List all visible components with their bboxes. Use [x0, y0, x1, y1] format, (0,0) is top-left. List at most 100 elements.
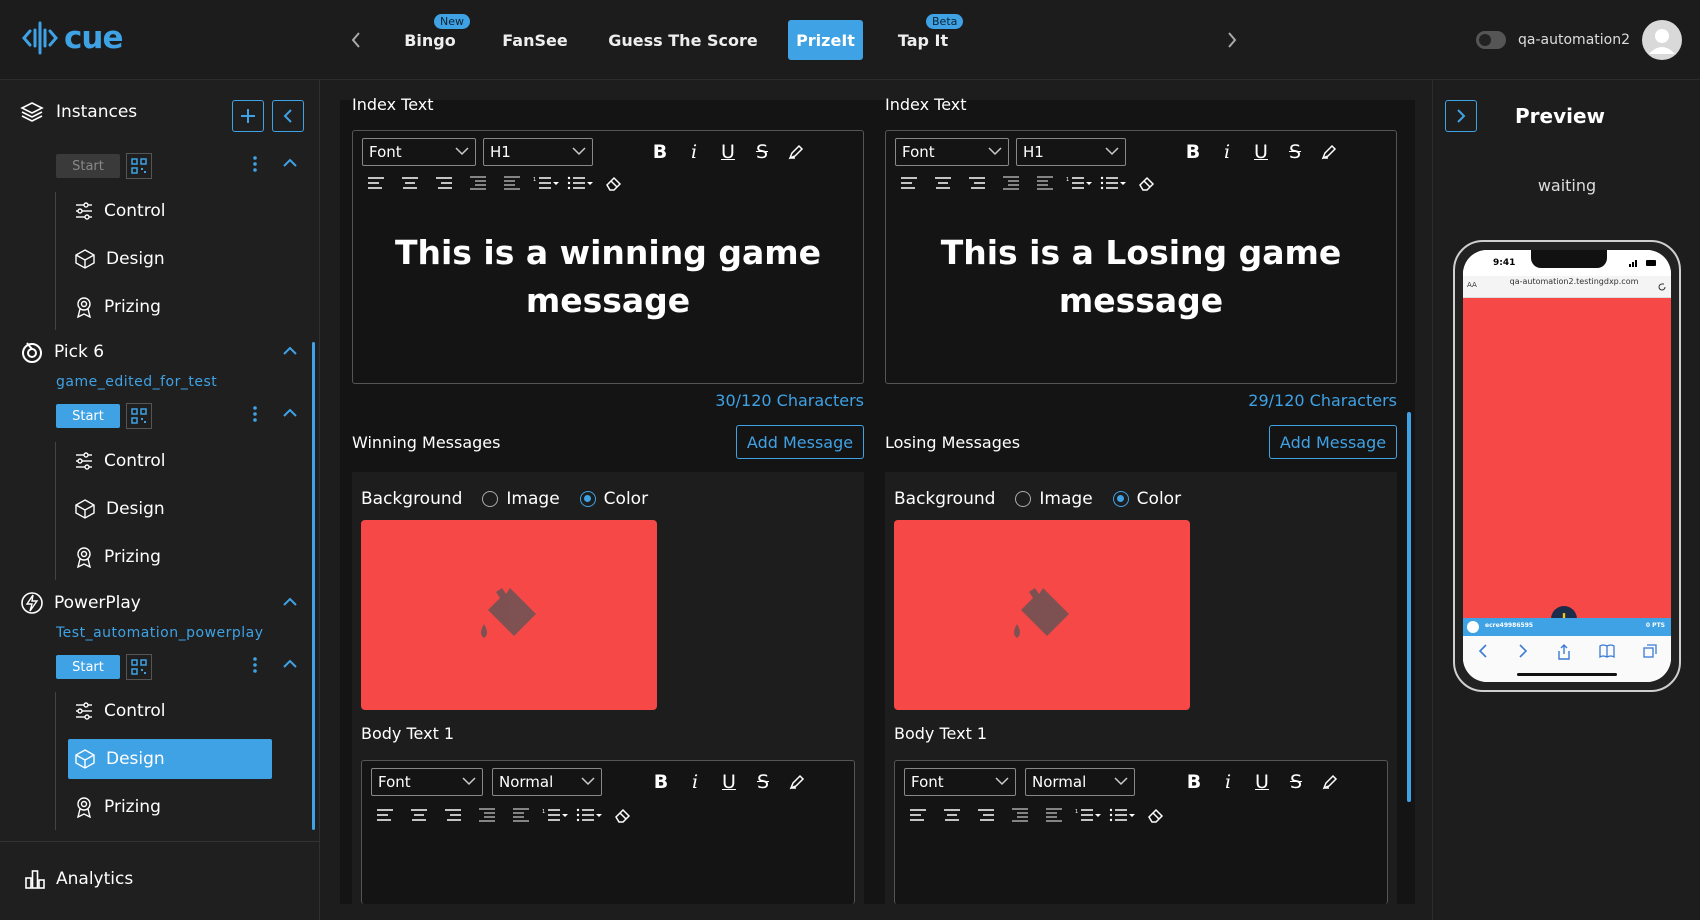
- font-select[interactable]: Font: [904, 768, 1016, 796]
- highlight-pen-icon[interactable]: [779, 140, 813, 164]
- add-message-button[interactable]: Add Message: [1269, 425, 1397, 459]
- italic-button[interactable]: i: [678, 770, 712, 794]
- bullet-list-icon[interactable]: [1096, 171, 1130, 195]
- numbered-list-icon[interactable]: 1: [1062, 171, 1096, 195]
- background-color-swatch[interactable]: [894, 520, 1190, 710]
- chevron-up-icon[interactable]: [282, 659, 298, 669]
- expand-preview-button[interactable]: [1445, 100, 1477, 132]
- game-header-powerplay[interactable]: PowerPlay: [20, 591, 141, 615]
- eraser-icon[interactable]: [1130, 171, 1164, 195]
- outdent-icon[interactable]: [461, 171, 495, 195]
- chevron-up-icon[interactable]: [282, 346, 298, 356]
- highlight-pen-icon[interactable]: [780, 770, 814, 794]
- image-radio[interactable]: [482, 491, 499, 507]
- underline-button[interactable]: U: [711, 140, 745, 164]
- indent-icon[interactable]: [504, 803, 538, 827]
- heading-select[interactable]: H1: [1016, 138, 1126, 166]
- font-select[interactable]: Font: [371, 768, 483, 796]
- background-color-swatch[interactable]: [361, 520, 657, 710]
- share-icon[interactable]: [1557, 644, 1571, 660]
- strikethrough-button[interactable]: S: [745, 140, 779, 164]
- bullet-list-icon[interactable]: [1105, 803, 1139, 827]
- indent-icon[interactable]: [495, 171, 529, 195]
- strikethrough-button[interactable]: S: [1279, 770, 1313, 794]
- tab-guess-the-score[interactable]: Guess The Score: [608, 20, 758, 60]
- add-message-button[interactable]: Add Message: [736, 425, 864, 459]
- tab-tap-it[interactable]: Tap It Beta: [896, 14, 964, 60]
- qr-code-button[interactable]: [126, 654, 152, 680]
- cue-logo[interactable]: cue: [22, 20, 123, 56]
- start-button[interactable]: Start: [56, 655, 120, 679]
- tab-bingo[interactable]: Bingo New: [400, 14, 470, 60]
- analytics-link[interactable]: Analytics: [24, 868, 133, 890]
- align-center-icon[interactable]: [926, 171, 960, 195]
- italic-button[interactable]: i: [677, 140, 711, 164]
- tabs-next-button[interactable]: [1218, 26, 1246, 54]
- italic-button[interactable]: i: [1211, 770, 1245, 794]
- numbered-list-icon[interactable]: 1: [1071, 803, 1105, 827]
- bold-button[interactable]: B: [1176, 140, 1210, 164]
- align-left-icon[interactable]: [901, 803, 935, 827]
- back-icon[interactable]: [1477, 644, 1489, 658]
- align-center-icon[interactable]: [393, 171, 427, 195]
- instance-name[interactable]: game_edited_for_test: [56, 374, 217, 390]
- bullet-list-icon[interactable]: [572, 803, 606, 827]
- qr-code-button[interactable]: [126, 153, 152, 179]
- more-options-icon[interactable]: [252, 405, 258, 423]
- theme-toggle[interactable]: [1476, 31, 1507, 49]
- sidebar-item-control[interactable]: Control: [68, 441, 272, 481]
- tabs-prev-button[interactable]: [342, 26, 370, 54]
- indent-icon[interactable]: [1037, 803, 1071, 827]
- body-text-editor[interactable]: Font Normal B i U S 1: [894, 760, 1388, 904]
- align-left-icon[interactable]: [368, 803, 402, 827]
- bullet-list-icon[interactable]: [563, 171, 597, 195]
- color-radio[interactable]: [1112, 491, 1129, 507]
- game-header-pick6[interactable]: Pick 6: [20, 340, 104, 364]
- sidebar-scrollbar[interactable]: [312, 342, 315, 830]
- heading-select[interactable]: H1: [483, 138, 593, 166]
- highlight-pen-icon[interactable]: [1313, 770, 1347, 794]
- bold-button[interactable]: B: [643, 140, 677, 164]
- body-text-editor[interactable]: Font Normal B i U S 1: [361, 760, 855, 904]
- eraser-icon[interactable]: [1139, 803, 1173, 827]
- color-radio[interactable]: [579, 491, 596, 507]
- italic-button[interactable]: i: [1210, 140, 1244, 164]
- numbered-list-icon[interactable]: 1: [538, 803, 572, 827]
- strikethrough-button[interactable]: S: [746, 770, 780, 794]
- forward-icon[interactable]: [1517, 644, 1529, 658]
- align-right-icon[interactable]: [436, 803, 470, 827]
- align-right-icon[interactable]: [969, 803, 1003, 827]
- align-right-icon[interactable]: [427, 171, 461, 195]
- align-left-icon[interactable]: [359, 171, 393, 195]
- collapse-sidebar-button[interactable]: [272, 100, 304, 132]
- instance-name[interactable]: Test_automation_powerplay: [56, 625, 264, 641]
- numbered-list-icon[interactable]: 1: [529, 171, 563, 195]
- chevron-up-icon[interactable]: [282, 597, 298, 607]
- align-left-icon[interactable]: [892, 171, 926, 195]
- eraser-icon[interactable]: [597, 171, 631, 195]
- size-select[interactable]: Normal: [492, 768, 602, 796]
- sidebar-item-design[interactable]: Design: [68, 239, 272, 279]
- more-options-icon[interactable]: [252, 155, 258, 173]
- eraser-icon[interactable]: [606, 803, 640, 827]
- chevron-up-icon[interactable]: [282, 158, 298, 168]
- user-menu[interactable]: qa-automation2: [1476, 20, 1682, 60]
- index-text-editor[interactable]: Font H1 B i U S 1 This is a Losing game …: [885, 130, 1397, 384]
- start-button[interactable]: Start: [56, 154, 120, 178]
- index-text-editor[interactable]: Font H1 B i U S 1 This is a winning game…: [352, 130, 864, 384]
- font-select[interactable]: Font: [895, 138, 1009, 166]
- bold-button[interactable]: B: [644, 770, 678, 794]
- main-scrollbar[interactable]: [1407, 412, 1411, 802]
- bold-button[interactable]: B: [1177, 770, 1211, 794]
- strikethrough-button[interactable]: S: [1278, 140, 1312, 164]
- align-center-icon[interactable]: [402, 803, 436, 827]
- avatar[interactable]: [1642, 20, 1682, 60]
- image-radio[interactable]: [1015, 491, 1032, 507]
- sidebar-item-control[interactable]: Control: [68, 691, 272, 731]
- highlight-pen-icon[interactable]: [1312, 140, 1346, 164]
- outdent-icon[interactable]: [994, 171, 1028, 195]
- size-select[interactable]: Normal: [1025, 768, 1135, 796]
- chevron-up-icon[interactable]: [282, 408, 298, 418]
- tabs-icon[interactable]: [1643, 644, 1657, 658]
- sidebar-item-prizing[interactable]: Prizing: [68, 287, 272, 327]
